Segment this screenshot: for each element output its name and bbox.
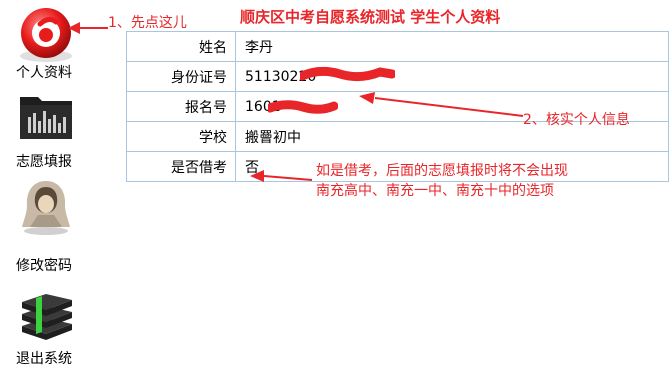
registration-number-prefix: 1601 [245, 98, 281, 115]
field-label-name: 姓名 [126, 31, 236, 62]
hooded-user-icon [22, 181, 70, 235]
field-label-school: 学校 [126, 121, 236, 152]
sidebar-item-volunteer-fill[interactable]: 志愿填报 [8, 85, 98, 170]
table-row: 姓名 李丹 [126, 31, 669, 62]
sidebar-item-change-password[interactable]: 修改密码 [8, 175, 98, 275]
field-label-id-number: 身份证号 [126, 61, 236, 92]
sidebar-item-label: 退出系统 [16, 351, 72, 367]
annotation-step2: 2、核实个人信息 [523, 112, 630, 128]
book-stack-icon [22, 294, 72, 340]
field-label-borrow-exam: 是否借考 [126, 151, 236, 182]
sidebar-item-label: 志愿填报 [16, 154, 72, 170]
sidebar: 个人资料 志愿填报 修改密码 退出系统 [0, 0, 110, 388]
field-value-id-number: 51130220 [235, 61, 669, 92]
sidebar-item-label: 修改密码 [16, 258, 72, 274]
sidebar-item-logout[interactable]: 退出系统 [8, 280, 98, 370]
annotation-step1: 1、先点这儿 [108, 15, 187, 31]
field-label-registration-number: 报名号 [126, 91, 236, 122]
sidebar-item-label: 个人资料 [16, 65, 72, 81]
equalizer-folder-icon [20, 97, 72, 139]
table-row: 身份证号 51130220 [126, 61, 669, 92]
annotation-borrow-exam-line1: 如是借考，后面的志愿填报时将不会出现 [316, 163, 568, 179]
page-title: 顺庆区中考自愿系统测试 学生个人资料 [240, 8, 501, 26]
red-circle-logo-icon [20, 8, 72, 62]
annotation-borrow-exam-line2: 南充高中、南充一中、南充十中的选项 [316, 183, 554, 199]
id-number-prefix: 51130220 [245, 68, 317, 85]
sidebar-item-personal-info[interactable]: 个人资料 [8, 0, 98, 82]
field-value-name: 李丹 [235, 31, 669, 62]
